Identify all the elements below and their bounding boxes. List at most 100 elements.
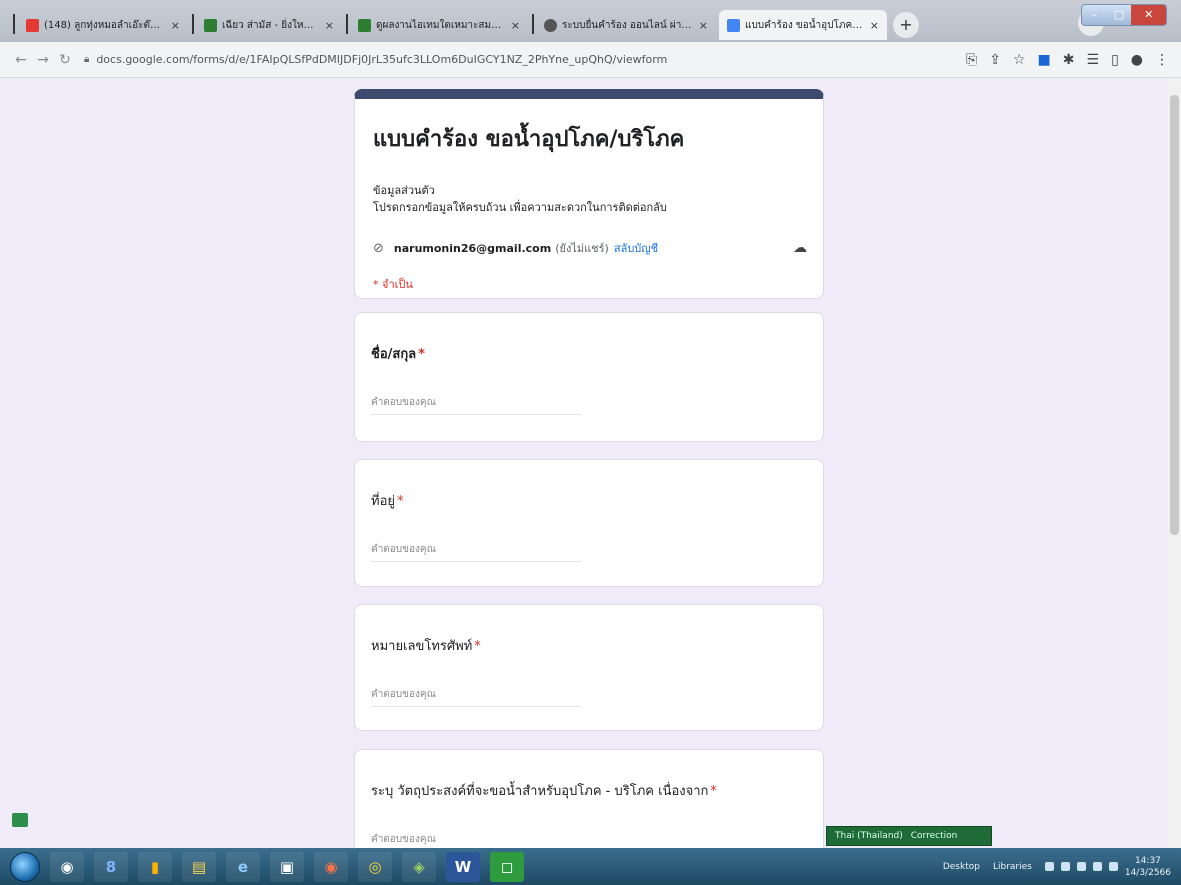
close-window-icon[interactable]: ✕ (1131, 5, 1166, 25)
close-tab-icon[interactable]: × (511, 19, 520, 32)
tab-separator (192, 14, 194, 34)
form-description-heading: ข้อมูลส่วนตัว (373, 184, 435, 197)
name-input[interactable]: คำตอบของคุณ (371, 395, 581, 415)
taskbar-chrome-icon[interactable]: ◎ (358, 851, 392, 882)
start-button[interactable] (10, 851, 40, 882)
account-row: ⊘ narumonin26@gmail.com (ยังไม่แชร์) สลั… (373, 239, 807, 257)
sheet-favicon-icon (358, 18, 371, 32)
form-header-card: แบบคำร้อง ขอน้ำอุปโภค/บริโภค ข้อมูลส่วนต… (354, 89, 824, 299)
tab-title: ระบบยื่นคำร้อง ออนไลน์ ผ่าน Goo (562, 19, 693, 31)
purpose-input[interactable]: คำตอบของคุณ (371, 832, 581, 848)
bookmark-star-icon[interactable]: ☆ (1013, 52, 1026, 68)
tray-icon[interactable] (1044, 862, 1054, 871)
scrollbar-thumb[interactable] (1170, 95, 1179, 535)
reload-icon[interactable]: ↻ (54, 52, 76, 68)
tray-icon[interactable] (1108, 862, 1118, 871)
required-star: * (418, 347, 425, 362)
close-tab-icon[interactable]: × (699, 19, 708, 32)
volume-icon[interactable] (1076, 862, 1086, 871)
menu-kebab-icon[interactable]: ⋮ (1155, 52, 1169, 68)
desktop-toolbar-label[interactable]: Desktop (943, 862, 980, 872)
required-note: * จำเป็น (373, 278, 413, 291)
maximize-icon[interactable]: □ (1107, 5, 1132, 25)
taskbar-app-icon[interactable]: ◉ (50, 851, 84, 882)
browser-tab-3[interactable]: ดูผลงานไอเทมใดเหมาะสมกับคุณ × (350, 10, 528, 40)
form-title: แบบคำร้อง ขอน้ำอุปโภค/บริโภค (373, 127, 685, 152)
extension-icon[interactable]: ■ (1038, 52, 1051, 68)
taskbar-app-icon[interactable]: ◉ (314, 851, 348, 882)
question-text: หมายเลขโทรศัพท์ (371, 639, 473, 654)
question-label: ที่อยู่ * (371, 490, 404, 511)
question-text: ระบุ วัตถุประสงค์ที่จะขอน้ำสำหรับอุปโภค … (371, 784, 709, 799)
tray-icon[interactable] (1060, 862, 1070, 871)
close-tab-icon[interactable]: × (870, 19, 879, 32)
taskbar-app-icon[interactable]: ▮ (138, 851, 172, 882)
question-text: ชื่อ/สกุล (371, 347, 417, 362)
url-text: docs.google.com/forms/d/e/1FAIpQLSfPdDMI… (96, 53, 668, 66)
browser-tab-1[interactable]: (148) ลูกทุ่งหมอลำเอ๊ะต๊ะ แม่ฮ้อ × (18, 10, 188, 40)
browser-toolbar: ← → ↻ 🔒︎ docs.google.com/forms/d/e/1FAIp… (0, 42, 1181, 78)
back-icon[interactable]: ← (10, 52, 32, 68)
reading-list-icon[interactable]: ☰ (1087, 52, 1100, 68)
globe-favicon-icon (544, 18, 557, 32)
account-share-note: (ยังไม่แชร์) (555, 242, 609, 255)
forms-favicon-icon (727, 18, 740, 32)
close-tab-icon[interactable]: × (171, 19, 180, 32)
question-card-purpose: ระบุ วัตถุประสงค์ที่จะขอน้ำสำหรับอุปโภค … (354, 749, 824, 848)
clock-date: 14/3/2566 (1124, 867, 1171, 878)
profile-avatar-icon[interactable]: ● (1131, 52, 1143, 68)
toolbar-icons: ⎘ ⇪ ☆ ■ ✱ ☰ ▯ ● ⋮ (966, 52, 1169, 68)
forward-icon[interactable]: → (32, 52, 54, 68)
tab-title: (148) ลูกทุ่งหมอลำเอ๊ะต๊ะ แม่ฮ้อ (44, 19, 165, 31)
minimize-icon[interactable]: – (1082, 5, 1107, 25)
switch-account-link[interactable]: สลับบัญชี (614, 239, 658, 257)
browser-tab-2[interactable]: เฉียว ส่ามัส - ยิ่งใหญ่ หรือ อัสเกรท × (196, 10, 342, 40)
language-label: Thai (Thailand) (835, 831, 903, 841)
taskbar-ie-icon[interactable]: e (226, 851, 260, 882)
libraries-toolbar-label[interactable]: Libraries (993, 862, 1032, 872)
taskbar-word-icon[interactable]: W (446, 851, 480, 882)
language-bar[interactable]: Thai (Thailand) Correction (826, 826, 992, 846)
tab-title: ดูผลงานไอเทมใดเหมาะสมกับคุณ (376, 19, 505, 31)
tab-separator (532, 14, 534, 34)
phone-input[interactable]: คำตอบของคุณ (371, 687, 581, 707)
cloud-saved-icon[interactable]: ☁ (793, 240, 807, 256)
network-icon[interactable] (1092, 862, 1102, 871)
page-scrollbar[interactable] (1168, 79, 1181, 848)
new-tab-button[interactable]: + (893, 12, 919, 38)
taskbar-app-icon[interactable]: ◈ (402, 851, 436, 882)
required-star: * (397, 494, 404, 509)
taskbar-line-icon[interactable]: ◻ (490, 851, 524, 882)
window-controls: – □ ✕ (1081, 4, 1167, 26)
browser-tab-4[interactable]: ระบบยื่นคำร้อง ออนไลน์ ผ่าน Goo × (536, 10, 716, 40)
share-icon[interactable]: ⇪ (989, 52, 1001, 68)
question-card-phone: หมายเลขโทรศัพท์ * คำตอบของคุณ (354, 604, 824, 731)
clock-time: 14:37 (1134, 855, 1161, 866)
form-page: แบบคำร้อง ขอน้ำอุปโภค/บริโภค ข้อมูลส่วนต… (0, 79, 1181, 848)
sheet-favicon-icon (204, 18, 217, 32)
form-description: โปรดกรอกข้อมูลให้ครบถ้วน เพื่อความสะดวกใ… (373, 201, 667, 214)
address-input[interactable]: คำตอบของคุณ (371, 542, 581, 562)
tab-title: เฉียว ส่ามัส - ยิ่งใหญ่ หรือ อัสเกรท (222, 19, 319, 31)
browser-tab-5-active[interactable]: แบบคำร้อง ขอน้ำอุปโภค/บริโภค × (719, 10, 887, 40)
translate-icon[interactable]: ⎘ (966, 52, 977, 68)
side-panel-icon[interactable]: ▯ (1111, 52, 1119, 68)
question-card-address: ที่อยู่ * คำตอบของคุณ (354, 459, 824, 587)
taskbar-app-icon[interactable]: ▣ (270, 851, 304, 882)
tab-title: แบบคำร้อง ขอน้ำอุปโภค/บริโภค (745, 19, 864, 31)
tab-separator (346, 14, 348, 34)
question-label: หมายเลขโทรศัพท์ * (371, 635, 481, 656)
lock-icon: 🔒︎ (84, 54, 90, 65)
feedback-icon[interactable] (12, 813, 28, 827)
address-bar[interactable]: 🔒︎ docs.google.com/forms/d/e/1FAIpQLSfPd… (84, 47, 966, 73)
close-tab-icon[interactable]: × (325, 19, 334, 32)
question-label: ชื่อ/สกุล * (371, 343, 425, 364)
extensions-puzzle-icon[interactable]: ✱ (1063, 52, 1075, 68)
required-star: * (710, 784, 717, 799)
taskbar-folder-icon[interactable]: ▤ (182, 851, 216, 882)
question-text: ที่อยู่ (371, 494, 395, 509)
correction-label[interactable]: Correction (911, 831, 958, 841)
account-email: narumonin26@gmail.com (393, 241, 552, 255)
clock[interactable]: 14:37 14/3/2566 (1125, 855, 1171, 879)
taskbar-app-icon[interactable]: 8 (94, 851, 128, 882)
